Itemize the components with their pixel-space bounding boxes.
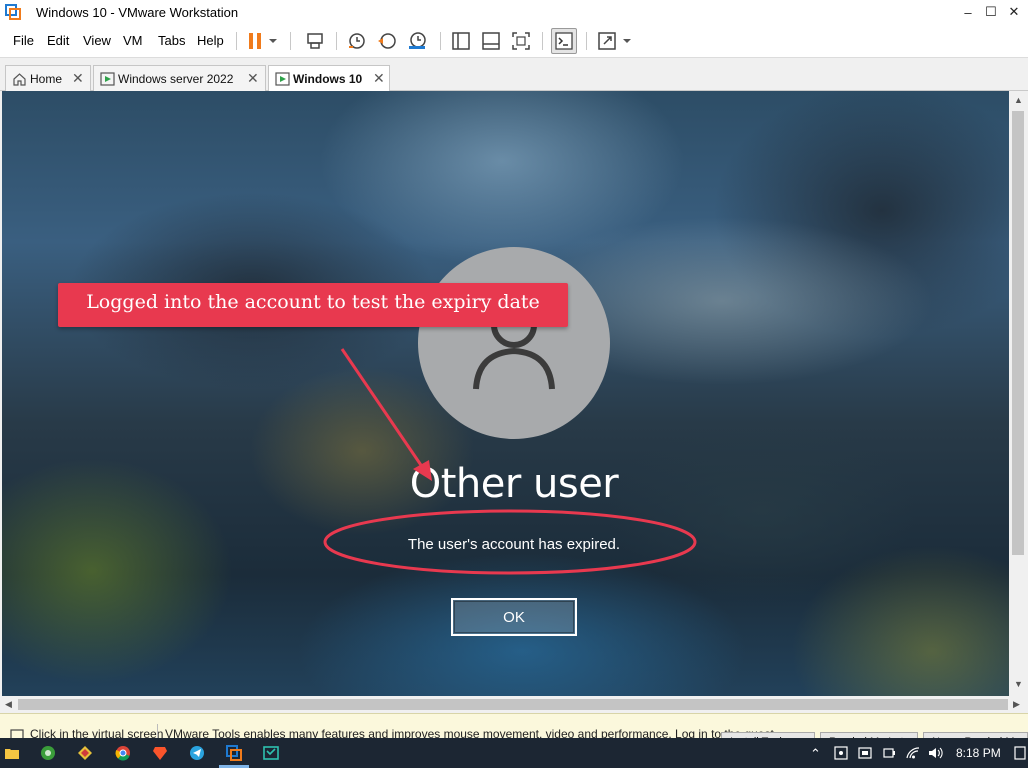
ok-button[interactable]: OK (451, 598, 577, 636)
menu-help[interactable]: Help (197, 33, 224, 48)
brave-icon[interactable] (152, 745, 168, 761)
green-app-icon[interactable] (40, 745, 56, 761)
scroll-left-icon[interactable]: ◀ (5, 699, 12, 710)
toolbar-divider (336, 32, 337, 50)
revert-snapshot-icon[interactable] (376, 30, 398, 52)
scroll-up-icon[interactable]: ▲ (1014, 95, 1023, 105)
toolbar-divider (542, 32, 543, 50)
home-icon (13, 73, 26, 86)
menu-toolbar: File Edit View VM Tabs Help (0, 24, 1028, 58)
tab-label: Home (30, 72, 63, 86)
annotation-arrow (340, 348, 429, 475)
menu-vm[interactable]: VM (123, 33, 143, 48)
tab-label: Windows 10 (293, 72, 363, 86)
toolbar-divider (290, 32, 291, 50)
toolbar-divider (586, 32, 587, 50)
tab-windows-server-2022[interactable]: Windows server 2022 ✕ (93, 65, 266, 91)
tray-device-icon[interactable] (858, 746, 872, 760)
windows-taskbar: ⌃ 8:18 PM (0, 738, 1028, 768)
tab-windows-10[interactable]: Windows 10 ✕ (268, 65, 390, 92)
vertical-scrollbar[interactable]: ▲ ▼ (1009, 91, 1028, 696)
annotation-callout: Logged into the account to test the expi… (58, 283, 568, 327)
teal-app-icon[interactable] (263, 745, 279, 761)
show-hidden-icons-icon[interactable]: ⌃ (810, 746, 821, 762)
send-ctrl-alt-del-icon[interactable] (304, 30, 326, 52)
diamond-app-icon[interactable] (77, 745, 93, 761)
user-avatar (418, 247, 610, 439)
snapshot-icon[interactable] (346, 30, 368, 52)
title-bar: Windows 10 - VMware Workstation – ☐ ✕ (0, 0, 1028, 24)
close-tab-icon[interactable]: ✕ (373, 70, 385, 87)
vm-display[interactable]: Other user The user's account has expire… (2, 91, 1009, 696)
vmware-taskbar-icon[interactable] (226, 745, 242, 761)
user-name: Other user (409, 461, 619, 507)
tab-bar: Home ✕ Windows server 2022 ✕ Windows 10 … (0, 58, 1028, 92)
tab-home[interactable]: Home ✕ (5, 65, 91, 91)
pause-icon[interactable] (244, 30, 266, 52)
horizontal-scroll-thumb[interactable] (18, 699, 1008, 710)
notifications-icon[interactable] (1014, 746, 1026, 760)
show-library-icon[interactable] (450, 30, 472, 52)
stretch-icon[interactable] (596, 30, 618, 52)
scroll-down-icon[interactable]: ▼ (1014, 679, 1023, 689)
snapshot-manager-icon[interactable] (406, 30, 428, 52)
toolbar-divider (236, 32, 237, 50)
close-window-button[interactable]: ✕ (1000, 0, 1028, 24)
file-explorer-icon[interactable] (4, 745, 20, 761)
window-title: Windows 10 - VMware Workstation (36, 5, 239, 20)
menu-view[interactable]: View (83, 33, 111, 48)
vm-icon (100, 72, 115, 86)
close-tab-icon[interactable]: ✕ (72, 70, 84, 87)
chrome-icon[interactable] (115, 745, 131, 761)
vm-icon (275, 72, 290, 86)
thumbnail-bar-icon[interactable] (480, 30, 502, 52)
volume-icon[interactable] (928, 746, 944, 760)
toolbar-divider (440, 32, 441, 50)
telegram-icon[interactable] (189, 745, 205, 761)
full-screen-icon[interactable] (510, 30, 532, 52)
console-icon (555, 32, 573, 50)
scroll-right-icon[interactable]: ▶ (1013, 699, 1020, 710)
wifi-icon[interactable] (906, 746, 920, 760)
account-expired-message: The user's account has expired. (407, 536, 621, 553)
menu-tabs[interactable]: Tabs (158, 33, 185, 48)
stretch-dropdown-icon[interactable] (620, 30, 634, 52)
vertical-scroll-thumb[interactable] (1012, 111, 1024, 555)
menu-file[interactable]: File (13, 33, 34, 48)
horizontal-scrollbar[interactable]: ◀ ▶ (0, 696, 1028, 713)
taskbar-clock[interactable]: 8:18 PM (956, 746, 1001, 760)
ok-button-focus-ring (454, 601, 574, 633)
tab-label: Windows server 2022 (118, 72, 234, 86)
tray-app-icon[interactable] (834, 746, 848, 760)
menu-edit[interactable]: Edit (47, 33, 69, 48)
console-view-button[interactable] (551, 28, 577, 54)
vmware-logo-icon (5, 4, 21, 20)
callout-text: Logged into the account to test the expi… (86, 291, 540, 313)
power-dropdown-icon[interactable] (266, 30, 280, 52)
close-tab-icon[interactable]: ✕ (247, 70, 259, 87)
battery-icon[interactable] (882, 746, 896, 760)
status-bar: Click in the virtual screen VMware Tools… (0, 713, 1028, 741)
